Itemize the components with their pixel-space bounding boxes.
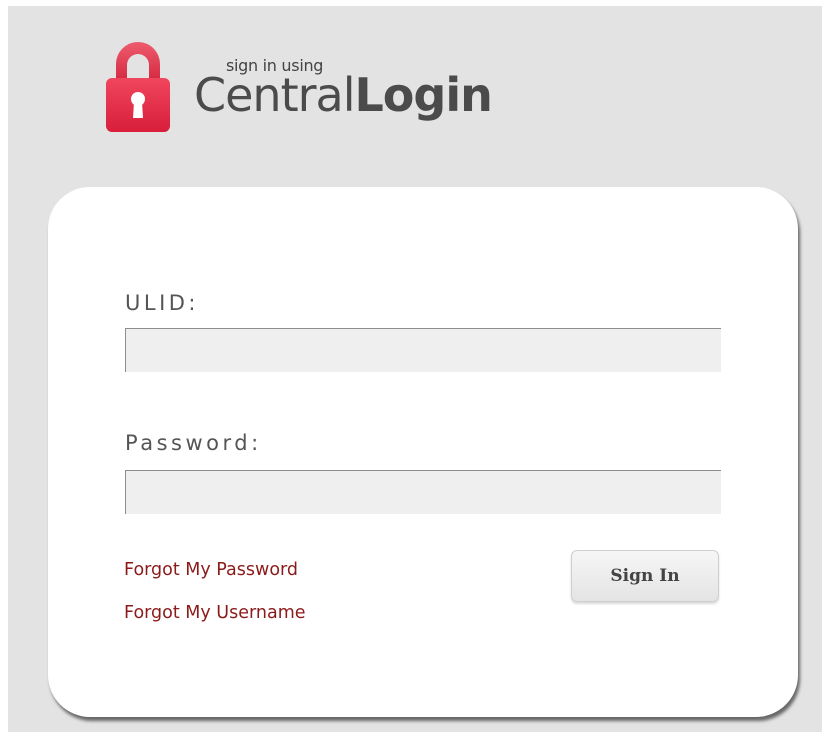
ulid-input[interactable] — [125, 328, 721, 372]
page-background: sign in using CentralLogin ULID: Passwor… — [8, 6, 822, 732]
lock-icon — [106, 42, 170, 132]
forgot-password-link[interactable]: Forgot My Password — [124, 560, 298, 580]
sign-in-button[interactable]: Sign In — [571, 550, 719, 602]
ulid-label: ULID: — [125, 291, 200, 315]
password-input[interactable] — [125, 470, 721, 514]
logo-wordmark-central: Central — [194, 68, 355, 122]
central-login-logo: sign in using CentralLogin — [104, 36, 544, 146]
password-label: Password: — [125, 431, 262, 455]
logo-wordmark-login: Login — [354, 68, 493, 122]
login-card: ULID: Password: Forgot My Password Forgo… — [48, 187, 798, 717]
logo-wordmark: CentralLogin — [194, 72, 493, 118]
forgot-username-link[interactable]: Forgot My Username — [124, 603, 306, 623]
